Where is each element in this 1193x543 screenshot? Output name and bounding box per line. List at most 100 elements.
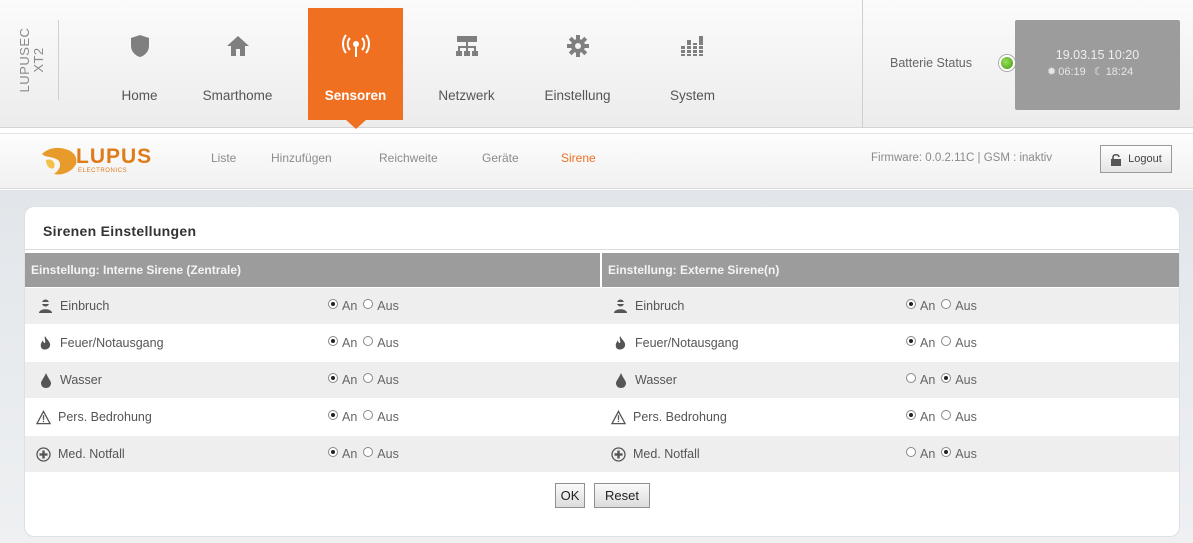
off-label: Aus	[955, 336, 977, 350]
external-einbruch-on-radio[interactable]	[906, 299, 916, 309]
internal-bedrohung-on-radio[interactable]	[328, 410, 338, 420]
moon-icon: ☾	[1093, 66, 1104, 78]
external-feuer-radios: An Aus	[906, 325, 983, 361]
off-label: Aus	[377, 299, 399, 313]
nav-einstellung[interactable]: Einstellung	[530, 8, 625, 120]
subnav-reichweite[interactable]: Reichweite	[379, 151, 438, 165]
medical-cross-icon	[36, 446, 51, 462]
internal-einbruch-on-radio[interactable]	[328, 299, 338, 309]
row-label-bedrohung: Pers. Bedrohung	[36, 399, 152, 435]
external-einbruch-off-radio[interactable]	[941, 299, 952, 309]
external-siren-header: Einstellung: Externe Sirene(n)	[602, 253, 1179, 287]
nav-system-label: System	[669, 88, 715, 103]
battery-status-indicator	[999, 55, 1015, 71]
row-label-text: Pers. Bedrohung	[633, 410, 727, 424]
signal-icon	[308, 34, 403, 58]
water-drop-icon	[613, 372, 628, 388]
on-label: An	[342, 447, 358, 461]
row-label-feuer: Feuer/Notausgang	[38, 325, 164, 361]
subnav-geraete[interactable]: Geräte	[482, 151, 519, 165]
product-name: LUPUSEC XT2	[17, 27, 46, 93]
lupus-logo: LUPUS ELECTRONICS	[40, 142, 172, 182]
row-label-feuer-ext: Feuer/Notausgang	[613, 325, 739, 361]
logo-text: LUPUS	[76, 145, 153, 168]
wolf-logo-icon	[42, 147, 77, 175]
external-bedrohung-on-radio[interactable]	[906, 410, 916, 420]
burglar-icon	[613, 299, 628, 314]
nav-smarthome[interactable]: Smarthome	[190, 8, 285, 120]
off-label: Aus	[955, 447, 977, 461]
internal-feuer-off-radio[interactable]	[363, 336, 374, 346]
nav-sensoren[interactable]: Sensoren	[308, 8, 403, 129]
internal-wasser-on-radio[interactable]	[328, 373, 338, 383]
external-wasser-off-radio[interactable]	[941, 373, 952, 383]
external-feuer-off-radio[interactable]	[941, 336, 952, 346]
flame-icon	[613, 335, 628, 351]
external-notfall-on-radio[interactable]	[906, 447, 916, 457]
logout-label: Logout	[1128, 153, 1162, 165]
row-label-text: Wasser	[635, 373, 677, 387]
internal-notfall-on-radio[interactable]	[328, 447, 338, 457]
sunset-time: 18:24	[1105, 66, 1134, 78]
panel-title-divider	[25, 249, 1179, 250]
row-label-einbruch: Einbruch	[38, 288, 109, 324]
row-label-text: Med. Notfall	[633, 447, 700, 461]
internal-notfall-off-radio[interactable]	[363, 447, 374, 457]
external-bedrohung-radios: An Aus	[906, 399, 983, 435]
warning-icon	[611, 409, 626, 425]
panel-title: Sirenen Einstellungen	[43, 223, 197, 239]
off-label: Aus	[377, 410, 399, 424]
sunrise-icon: ✹	[1047, 66, 1057, 78]
on-label: An	[920, 447, 936, 461]
equalizer-icon	[645, 34, 740, 58]
row-label-text: Pers. Bedrohung	[58, 410, 152, 424]
subnav-sirene[interactable]: Sirene	[561, 151, 596, 165]
battery-status-label: Batterie Status	[890, 56, 972, 70]
row-label-wasser-ext: Wasser	[613, 362, 677, 398]
house-icon	[190, 34, 285, 58]
table-row	[25, 399, 1179, 435]
subnav-liste[interactable]: Liste	[211, 151, 236, 165]
logo-subtext: ELECTRONICS	[78, 168, 128, 174]
external-feuer-on-radio[interactable]	[906, 336, 916, 346]
product-name-line1: LUPUSEC	[17, 27, 32, 93]
lock-icon	[1111, 153, 1122, 166]
reset-button[interactable]: Reset	[594, 483, 650, 508]
internal-siren-header: Einstellung: Interne Sirene (Zentrale)	[25, 253, 600, 287]
water-drop-icon	[38, 372, 53, 388]
gear-icon	[530, 34, 625, 58]
table-row	[25, 436, 1179, 472]
nav-home[interactable]: Home	[92, 8, 187, 120]
product-name-line2: XT2	[31, 47, 46, 73]
external-notfall-off-radio[interactable]	[941, 447, 952, 457]
row-label-einbruch-ext: Einbruch	[613, 288, 684, 324]
nav-system[interactable]: System	[645, 8, 740, 120]
row-label-notfall-ext: Med. Notfall	[611, 436, 700, 472]
external-wasser-on-radio[interactable]	[906, 373, 916, 383]
logout-button[interactable]: Logout	[1100, 145, 1172, 173]
internal-wasser-off-radio[interactable]	[363, 373, 374, 383]
row-label-text: Einbruch	[60, 299, 110, 313]
nav-einstellung-label: Einstellung	[544, 88, 611, 103]
nav-netzwerk[interactable]: Netzwerk	[419, 8, 514, 120]
network-icon	[419, 34, 514, 58]
datetime-box: 19.03.15 10:20 ✹ 06:19 ☾ 18:24	[1015, 20, 1180, 110]
top-navigation-bar: LUPUSEC XT2 Home Smarthome Sensoren Netz…	[0, 0, 1193, 129]
internal-einbruch-off-radio[interactable]	[363, 299, 374, 309]
internal-feuer-on-radio[interactable]	[328, 336, 338, 346]
internal-bedrohung-radios: An Aus	[328, 399, 405, 435]
datetime-value: 19.03.15 10:20	[1055, 48, 1140, 62]
on-label: An	[920, 410, 936, 424]
row-label-notfall: Med. Notfall	[36, 436, 125, 472]
table-row	[25, 288, 1179, 324]
row-label-text: Feuer/Notausgang	[635, 336, 739, 350]
internal-wasser-radios: An Aus	[328, 362, 405, 398]
sun-times: ✹ 06:19 ☾ 18:24	[1047, 65, 1135, 78]
internal-bedrohung-off-radio[interactable]	[363, 410, 374, 420]
nav-home-label: Home	[121, 88, 158, 103]
subnav-hinzufuegen[interactable]: Hinzufügen	[271, 151, 332, 165]
external-bedrohung-off-radio[interactable]	[941, 410, 952, 420]
off-label: Aus	[955, 373, 977, 387]
internal-einbruch-radios: An Aus	[328, 288, 405, 324]
ok-button[interactable]: OK	[555, 483, 585, 508]
